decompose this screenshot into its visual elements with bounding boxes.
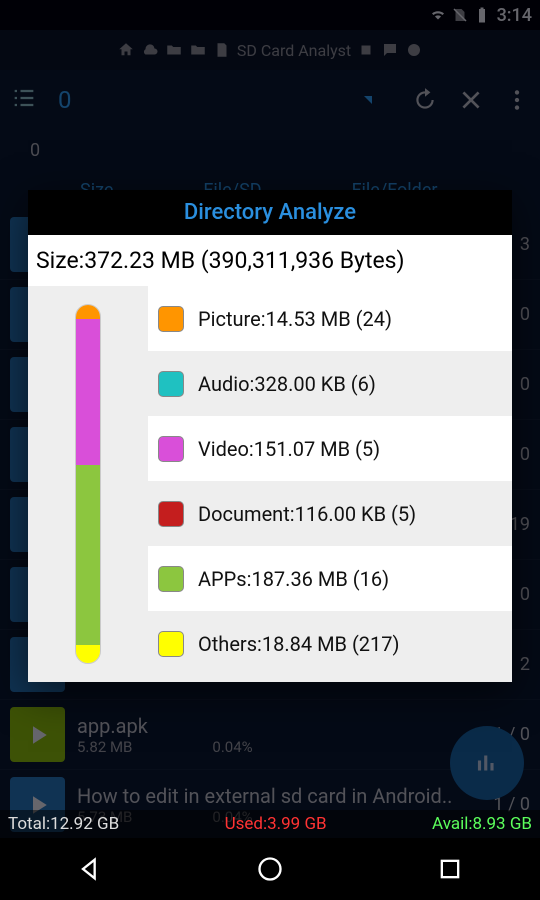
toolbar: 0 — [0, 70, 540, 130]
list-icon[interactable] — [10, 84, 38, 116]
folder-icon — [165, 41, 183, 59]
category-swatch — [158, 566, 184, 592]
file-name: app.apk — [77, 714, 478, 738]
storage-avail: Avail:8.93 GB — [432, 814, 532, 834]
category-label: Document:116.00 KB (5) — [198, 502, 416, 526]
category-swatch — [158, 306, 184, 332]
nav-bar — [0, 838, 540, 900]
category-swatch — [158, 371, 184, 397]
overflow-icon[interactable] — [504, 87, 530, 113]
chip-icon — [357, 41, 375, 59]
category-row[interactable]: Picture:14.53 MB (24) — [148, 286, 512, 351]
bar-segment — [76, 645, 100, 663]
status-bar: 3:14 — [0, 0, 540, 30]
storage-bar: Total:12.92 GB Used:3.99 GB Avail:8.93 G… — [0, 810, 540, 838]
bar-segment — [76, 465, 100, 645]
nav-recent-icon[interactable] — [436, 855, 464, 883]
category-row[interactable]: Document:116.00 KB (5) — [148, 481, 512, 546]
fab-analyze[interactable] — [450, 726, 524, 800]
category-label: APPs:187.36 MB (16) — [198, 567, 389, 591]
clock: 3:14 — [497, 5, 532, 26]
category-row[interactable]: Others:18.84 MB (217) — [148, 611, 512, 676]
category-label: Others:18.84 MB (217) — [198, 632, 399, 656]
battery-icon — [473, 6, 491, 24]
toolbar-count[interactable]: 0 — [58, 86, 364, 114]
category-label: Audio:328.00 KB (6) — [198, 372, 376, 396]
directory-analyze-dialog: Directory Analyze Size:372.23 MB (390,31… — [28, 190, 512, 682]
nav-back-icon[interactable] — [76, 855, 104, 883]
category-swatch — [158, 501, 184, 527]
dialog-title: Directory Analyze — [28, 190, 512, 235]
refresh-icon[interactable] — [412, 87, 438, 113]
category-row[interactable]: Audio:328.00 KB (6) — [148, 351, 512, 416]
file-info: app.apk5.82 MB0.04% — [77, 714, 478, 756]
home-icon — [117, 41, 135, 59]
breadcrumb: 0 — [0, 130, 540, 170]
category-swatch — [158, 436, 184, 462]
dialog-size-line: Size:372.23 MB (390,311,936 Bytes) — [28, 235, 512, 286]
dialog-bar-column — [28, 286, 148, 682]
usage-bar — [75, 304, 101, 664]
bar-segment — [76, 305, 100, 319]
chat-icon — [381, 41, 399, 59]
file-meta: 5.82 MB0.04% — [77, 738, 478, 756]
close-icon[interactable] — [458, 87, 484, 113]
storage-total: Total:12.92 GB — [8, 814, 119, 834]
storage-used: Used:3.99 GB — [225, 814, 327, 834]
category-list: Picture:14.53 MB (24) Audio:328.00 KB (6)… — [148, 286, 512, 682]
category-label: Picture:14.53 MB (24) — [198, 307, 392, 331]
nav-home-icon[interactable] — [256, 855, 284, 883]
app-top-bar: SD Card Analyst — [0, 30, 540, 70]
file-name: How to edit in external sd card in Andro… — [77, 784, 478, 808]
category-swatch — [158, 631, 184, 657]
cloud-icon — [141, 41, 159, 59]
category-row[interactable]: Video:151.07 MB (5) — [148, 416, 512, 481]
wifi-icon — [429, 6, 447, 24]
category-row[interactable]: APPs:187.36 MB (16) — [148, 546, 512, 611]
apk-icon — [405, 41, 423, 59]
breadcrumb-root[interactable]: 0 — [0, 140, 70, 161]
app-title: SD Card Analyst — [237, 41, 351, 60]
card-icon — [213, 41, 231, 59]
dropdown-icon[interactable] — [364, 96, 372, 104]
folder2-icon — [189, 41, 207, 59]
status-icons — [429, 6, 491, 24]
bar-segment — [76, 319, 100, 464]
no-sim-icon — [451, 6, 469, 24]
file-thumb — [10, 707, 65, 762]
category-label: Video:151.07 MB (5) — [198, 437, 380, 461]
